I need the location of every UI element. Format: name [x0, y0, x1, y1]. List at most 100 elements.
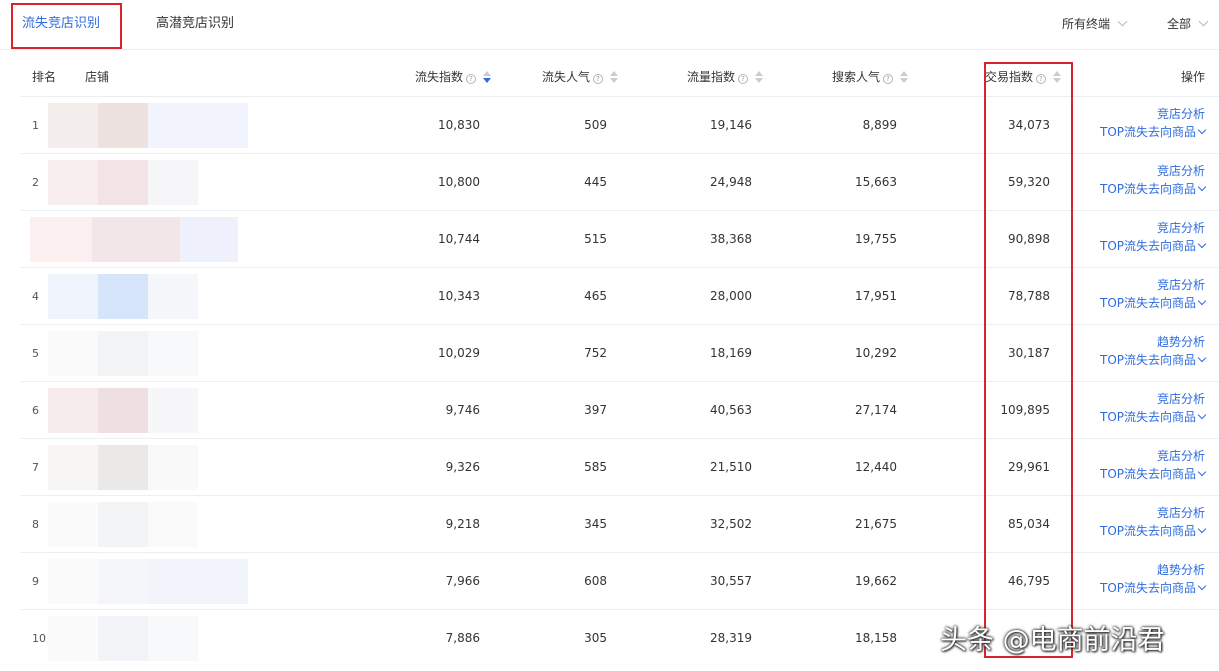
loss-popularity-cell: 608: [584, 574, 607, 588]
table-row: 6 9,746 397 40,563 27,174 109,895 竞店分析 T…: [20, 382, 1219, 439]
help-icon[interactable]: ?: [1036, 74, 1047, 84]
traffic-index-cell: 24,948: [710, 175, 752, 189]
top-lost-products-link[interactable]: TOP流失去向商品: [1100, 237, 1207, 255]
top-lost-products-link[interactable]: TOP流失去向商品: [1099, 579, 1207, 597]
column-header-trade-index[interactable]: 交易指数?: [985, 58, 1062, 97]
store-cell-blurred[interactable]: [48, 331, 248, 376]
table-row: 7 9,326 585 21,510 12,440 29,961 竞店分析 TO…: [20, 439, 1219, 496]
action-cell: 趋势分析 TOP流失去向商品: [1099, 561, 1207, 597]
trade-index-cell: 85,034: [1008, 517, 1050, 531]
loss-popularity-cell: 345: [584, 517, 607, 531]
search-popularity-cell: 12,440: [855, 460, 897, 474]
trade-index-cell: 78,788: [1008, 289, 1050, 303]
search-popularity-cell: 19,662: [855, 574, 897, 588]
store-cell-blurred[interactable]: [48, 274, 248, 319]
table-header: 排名 店铺 流失指数? 流失人气? 流量指数? 搜索人气? 交易指数? 操作: [20, 58, 1219, 97]
competitor-analysis-link[interactable]: 竞店分析: [1100, 390, 1205, 408]
trade-index-cell: 29,961: [1008, 460, 1050, 474]
top-lost-products-label: TOP流失去向商品: [1099, 353, 1196, 367]
search-popularity-cell: 27,174: [855, 403, 897, 417]
chevron-down-icon: [1197, 353, 1207, 363]
column-header-loss-index[interactable]: 流失指数?: [415, 58, 492, 97]
traffic-index-cell: 21,510: [710, 460, 752, 474]
traffic-index-cell: 32,502: [710, 517, 752, 531]
action-cell: 竞店分析 TOP流失去向商品: [1100, 276, 1207, 312]
top-lost-products-label: TOP流失去向商品: [1099, 581, 1196, 595]
traffic-index-cell: 40,563: [710, 403, 752, 417]
traffic-index-cell: 19,146: [710, 118, 752, 132]
store-cell-blurred[interactable]: [48, 445, 248, 490]
rank-cell: 4: [32, 290, 39, 303]
chevron-down-icon: [1197, 524, 1207, 534]
sort-icon[interactable]: [610, 71, 619, 83]
competitor-analysis-link[interactable]: 竞店分析: [1100, 219, 1205, 237]
top-lost-products-label: TOP流失去向商品: [1099, 467, 1196, 481]
top-lost-products-link[interactable]: TOP流失去向商品: [1099, 123, 1207, 141]
top-lost-products-link[interactable]: TOP流失去向商品: [1099, 180, 1207, 198]
traffic-index-cell: 28,319: [710, 631, 752, 645]
loss-index-cell: 7,886: [445, 631, 480, 645]
trend-analysis-link[interactable]: 趋势分析: [1100, 333, 1205, 351]
loss-index-cell: 10,830: [438, 118, 480, 132]
help-icon[interactable]: ?: [593, 74, 604, 84]
top-lost-products-link[interactable]: TOP流失去向商品: [1100, 522, 1207, 540]
sort-icon[interactable]: [1053, 71, 1062, 83]
search-popularity-cell: 19,755: [855, 232, 897, 246]
sort-icon[interactable]: [483, 71, 492, 83]
loss-index-cell: 10,343: [438, 289, 480, 303]
top-lost-products-link[interactable]: TOP流失去向商品: [1100, 294, 1207, 312]
loss-popularity-cell: 752: [584, 346, 607, 360]
chevron-down-icon: [1197, 467, 1207, 477]
top-lost-products-label: TOP流失去向商品: [1099, 182, 1196, 196]
help-icon[interactable]: ?: [883, 74, 894, 84]
help-icon[interactable]: ?: [466, 74, 477, 84]
traffic-index-cell: 30,557: [710, 574, 752, 588]
top-lost-products-link[interactable]: TOP流失去向商品: [1099, 465, 1207, 483]
action-cell: 竞店分析 TOP流失去向商品: [1100, 504, 1207, 540]
loss-index-cell: 9,746: [445, 403, 480, 417]
store-cell-blurred[interactable]: [48, 160, 248, 205]
traffic-index-cell: 38,368: [710, 232, 752, 246]
competitor-analysis-link[interactable]: 竞店分析: [1100, 447, 1205, 465]
search-popularity-cell: 17,951: [855, 289, 897, 303]
store-cell-blurred[interactable]: [48, 616, 248, 661]
trade-index-cell: 90,898: [1008, 232, 1050, 246]
column-header-search-popularity[interactable]: 搜索人气?: [832, 58, 909, 97]
loss-index-cell: 10,744: [438, 232, 480, 246]
help-icon[interactable]: ?: [738, 74, 749, 84]
column-header-loss-index-label: 流失指数: [415, 70, 464, 84]
top-lost-products-label: TOP流失去向商品: [1099, 125, 1196, 139]
competitor-analysis-link[interactable]: 竞店分析: [1100, 162, 1205, 180]
chevron-down-icon: [1197, 410, 1207, 420]
sort-icon[interactable]: [755, 71, 764, 83]
store-cell-blurred[interactable]: [30, 217, 238, 262]
table-row: 1 10,830 509 19,146 8,899 34,073 竞店分析 TO…: [20, 97, 1219, 154]
tab-lost-competitor[interactable]: 流失竞店识别: [22, 0, 100, 50]
tab-high-potential-competitor[interactable]: 高潜竞店识别: [156, 0, 234, 50]
loss-popularity-cell: 445: [584, 175, 607, 189]
search-popularity-cell: 18,158: [855, 631, 897, 645]
scope-filter-dropdown[interactable]: 全部: [1167, 0, 1209, 50]
table-row: 9 7,966 608 30,557 19,662 46,795 趋势分析 TO…: [20, 553, 1219, 610]
device-filter-dropdown[interactable]: 所有终端: [1062, 0, 1128, 50]
column-header-loss-popularity[interactable]: 流失人气?: [542, 58, 619, 97]
competitor-analysis-link[interactable]: 竞店分析: [1100, 276, 1205, 294]
table-row: 4 10,343 465 28,000 17,951 78,788 竞店分析 T…: [20, 268, 1219, 325]
store-cell-blurred[interactable]: [48, 559, 248, 604]
store-cell-blurred[interactable]: [48, 502, 248, 547]
top-lost-products-link[interactable]: TOP流失去向商品: [1099, 351, 1207, 369]
competitor-analysis-link[interactable]: 竞店分析: [1100, 504, 1205, 522]
scope-filter-label: 全部: [1167, 17, 1192, 31]
action-cell: 竞店分析 TOP流失去向商品: [1100, 390, 1207, 426]
store-cell-blurred[interactable]: [48, 388, 248, 433]
top-lost-products-link[interactable]: TOP流失去向商品: [1100, 408, 1207, 426]
competitor-analysis-link[interactable]: 竞店分析: [1100, 105, 1205, 123]
column-header-loss-popularity-label: 流失人气: [542, 70, 591, 84]
search-popularity-cell: 8,899: [862, 118, 897, 132]
action-cell: 趋势分析 TOP流失去向商品: [1099, 333, 1207, 369]
chevron-down-icon: [1197, 239, 1207, 249]
column-header-traffic-index[interactable]: 流量指数?: [687, 58, 764, 97]
sort-icon[interactable]: [900, 71, 909, 83]
store-cell-blurred[interactable]: [48, 103, 248, 148]
trend-analysis-link[interactable]: 趋势分析: [1100, 561, 1205, 579]
